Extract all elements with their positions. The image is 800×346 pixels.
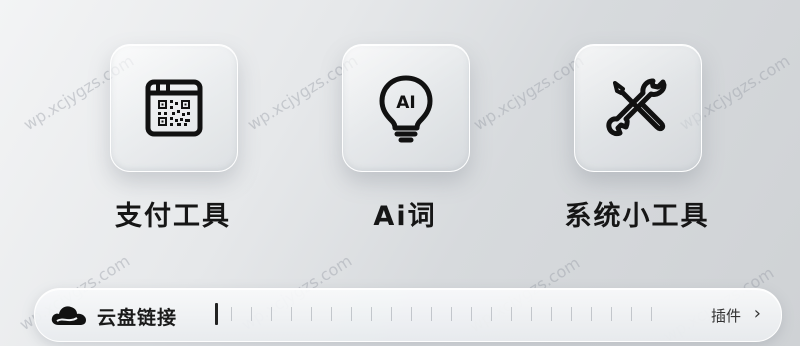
ai-words-label: Ai词 <box>373 201 437 232</box>
tick-mark <box>551 307 552 321</box>
wrench-screwdriver-icon <box>605 75 671 141</box>
tick-mark <box>471 307 472 321</box>
tick-mark <box>351 307 352 321</box>
svg-text:AI: AI <box>396 93 415 113</box>
tick-mark <box>331 307 332 321</box>
system-tools-label: 系统小工具 <box>564 201 710 232</box>
tick-mark <box>411 307 412 321</box>
tick-mark <box>231 307 232 321</box>
watermark: wp.xcjygzs.com <box>470 51 588 135</box>
tick-mark <box>591 307 592 321</box>
tick-mark <box>611 307 612 321</box>
cloud-link-title: 云盘链接 <box>97 307 178 329</box>
tick-mark <box>311 307 312 321</box>
tick-mark <box>291 307 292 321</box>
tick-mark <box>571 307 572 321</box>
system-tools-button[interactable] <box>574 44 702 172</box>
tick-mark <box>451 307 452 321</box>
payment-tools-button[interactable] <box>110 44 238 172</box>
tick-mark <box>251 307 252 321</box>
tick-mark <box>651 307 652 321</box>
chevron-right-icon[interactable]: › <box>754 303 761 324</box>
tick-mark <box>631 307 632 321</box>
payment-tools-label: 支付工具 <box>115 201 231 232</box>
ai-words-button[interactable]: AI <box>342 44 470 172</box>
tick-mark <box>511 307 512 321</box>
cloud-icon <box>49 301 89 333</box>
text-cursor <box>215 303 218 325</box>
qr-code-icon <box>142 76 206 140</box>
ai-lightbulb-icon: AI <box>374 73 438 143</box>
tick-mark <box>391 307 392 321</box>
tick-mark <box>491 307 492 321</box>
tick-mark <box>271 307 272 321</box>
plugin-link[interactable]: 插件 <box>711 305 741 326</box>
tick-mark <box>431 307 432 321</box>
cloud-link-bar[interactable]: 云盘链接 插件 › <box>34 288 782 342</box>
tick-mark <box>531 307 532 321</box>
progress-ticks <box>231 307 671 323</box>
tick-mark <box>371 307 372 321</box>
